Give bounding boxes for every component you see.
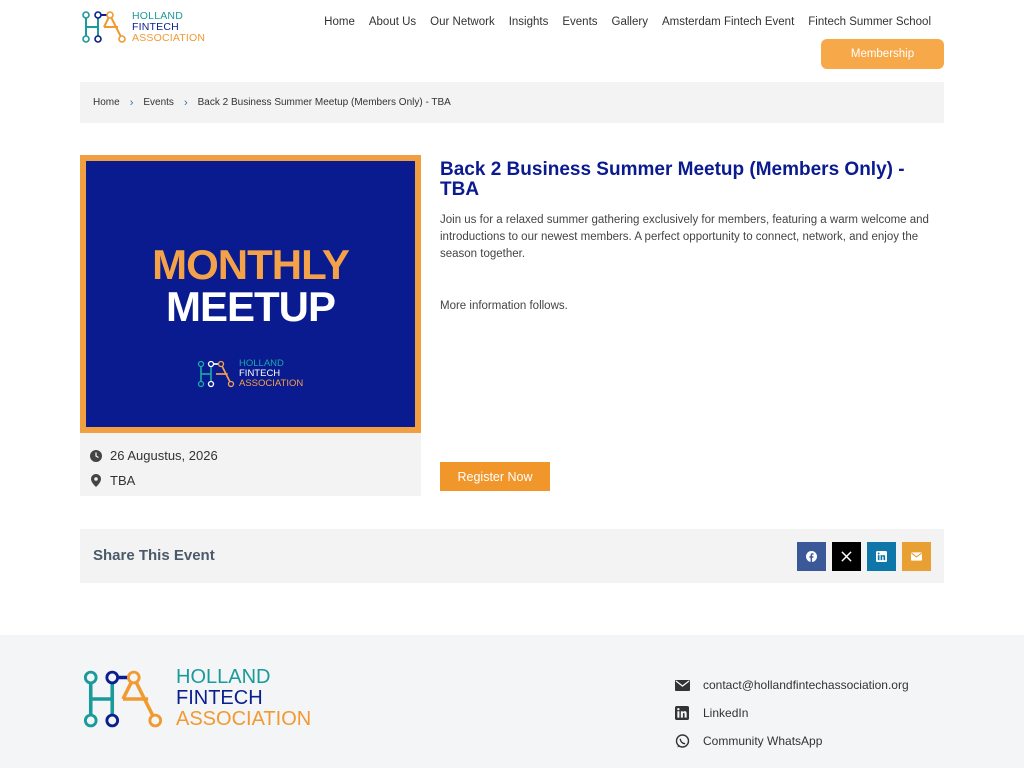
banner-logo-line-3: ASSOCIATION	[239, 378, 304, 389]
email-icon	[911, 552, 922, 561]
footer-logo-line-3: ASSOCIATION	[176, 708, 312, 730]
facebook-icon	[806, 551, 817, 562]
banner-line-1: MONTHLY	[152, 241, 350, 288]
linkedin-icon	[876, 551, 887, 562]
share-bar: Share This Event	[80, 529, 944, 583]
event-location-row: TBA	[90, 468, 411, 493]
event-description: Join us for a relaxed summer gathering e…	[440, 214, 929, 260]
membership-button[interactable]: Membership	[821, 39, 944, 69]
footer-email-link[interactable]: contact@hollandfintechassociation.org	[675, 671, 909, 699]
register-now-button[interactable]: Register Now	[440, 462, 550, 491]
footer-logo-line-2: FINTECH	[176, 687, 263, 709]
nav-item-home[interactable]: Home	[324, 16, 355, 28]
hfa-logo-mark-icon	[82, 11, 126, 43]
event-location: TBA	[110, 473, 136, 488]
footer-email: contact@hollandfintechassociation.org	[703, 678, 909, 692]
logo-line-2: FINTECH	[132, 20, 179, 33]
breadcrumb-current: Back 2 Business Summer Meetup (Members O…	[197, 97, 451, 108]
event-title: Back 2 Business Summer Meetup (Members O…	[440, 159, 905, 200]
event-image-banner: MONTHLY MEETUP HOLLAND FINTECH ASSOCIATI…	[86, 161, 415, 427]
hfa-logo-mark-icon	[83, 670, 163, 727]
banner-logo: HOLLAND FINTECH ASSOCIATION	[196, 359, 303, 389]
whatsapp-icon	[675, 733, 691, 749]
linkedin-icon	[675, 706, 691, 720]
site-footer: HOLLAND FINTECH ASSOCIATION contact@holl…	[0, 635, 1024, 768]
event-date-row: 26 Augustus, 2026	[90, 443, 411, 468]
share-facebook-button[interactable]	[797, 542, 826, 571]
event-date: 26 Augustus, 2026	[110, 448, 218, 463]
banner-logo-text: HOLLAND FINTECH ASSOCIATION	[239, 359, 303, 389]
x-icon	[841, 551, 852, 562]
footer-logo-line-1: HOLLAND	[176, 666, 271, 688]
nav-item-insights[interactable]: Insights	[509, 16, 549, 28]
map-pin-icon	[90, 474, 102, 487]
page: HOLLAND FINTECH ASSOCIATION Home About U…	[0, 0, 1024, 768]
event-image: MONTHLY MEETUP HOLLAND FINTECH ASSOCIATI…	[80, 155, 421, 433]
footer-whatsapp-link[interactable]: Community WhatsApp	[675, 727, 909, 755]
envelope-icon	[675, 679, 691, 691]
breadcrumb-home[interactable]: Home	[93, 97, 120, 108]
share-email-button[interactable]	[902, 542, 931, 571]
main-nav: Home About Us Our Network Insights Event…	[324, 16, 931, 28]
nav-item-about-us[interactable]: About Us	[369, 16, 416, 28]
footer-logo[interactable]: HOLLAND FINTECH ASSOCIATION	[80, 667, 311, 730]
footer-linkedin: LinkedIn	[703, 706, 749, 720]
footer-whatsapp: Community WhatsApp	[703, 734, 823, 748]
footer-logo-text: HOLLAND FINTECH ASSOCIATION	[176, 667, 311, 730]
nav-item-our-network[interactable]: Our Network	[430, 16, 495, 28]
share-buttons	[797, 542, 931, 571]
footer-contacts: contact@hollandfintechassociation.org Li…	[675, 671, 909, 755]
nav-item-gallery[interactable]: Gallery	[612, 16, 648, 28]
logo-line-3: ASSOCIATION	[132, 31, 206, 44]
share-title: Share This Event	[93, 547, 215, 564]
event-more-info: More information follows.	[440, 300, 568, 312]
hfa-logo-mark-icon	[197, 360, 235, 388]
event-meta: 26 Augustus, 2026 TBA	[80, 433, 421, 496]
share-linkedin-button[interactable]	[867, 542, 896, 571]
breadcrumb-events[interactable]: Events	[143, 97, 174, 108]
nav-item-amsterdam-fintech-event[interactable]: Amsterdam Fintech Event	[662, 16, 794, 28]
logo-text: HOLLAND FINTECH ASSOCIATION	[132, 9, 206, 44]
share-x-button[interactable]	[832, 542, 861, 571]
banner-line-2: MEETUP	[165, 283, 336, 330]
logo-line-1: HOLLAND	[132, 9, 183, 22]
nav-item-fintech-summer-school[interactable]: Fintech Summer School	[808, 16, 931, 28]
nav-item-events[interactable]: Events	[562, 16, 597, 28]
breadcrumb: Home › Events › Back 2 Business Summer M…	[80, 82, 944, 123]
chevron-right-icon: ›	[183, 96, 188, 109]
site-logo[interactable]: HOLLAND FINTECH ASSOCIATION	[80, 10, 205, 44]
chevron-right-icon: ›	[129, 96, 134, 109]
footer-linkedin-link[interactable]: LinkedIn	[675, 699, 909, 727]
clock-icon	[90, 449, 102, 462]
